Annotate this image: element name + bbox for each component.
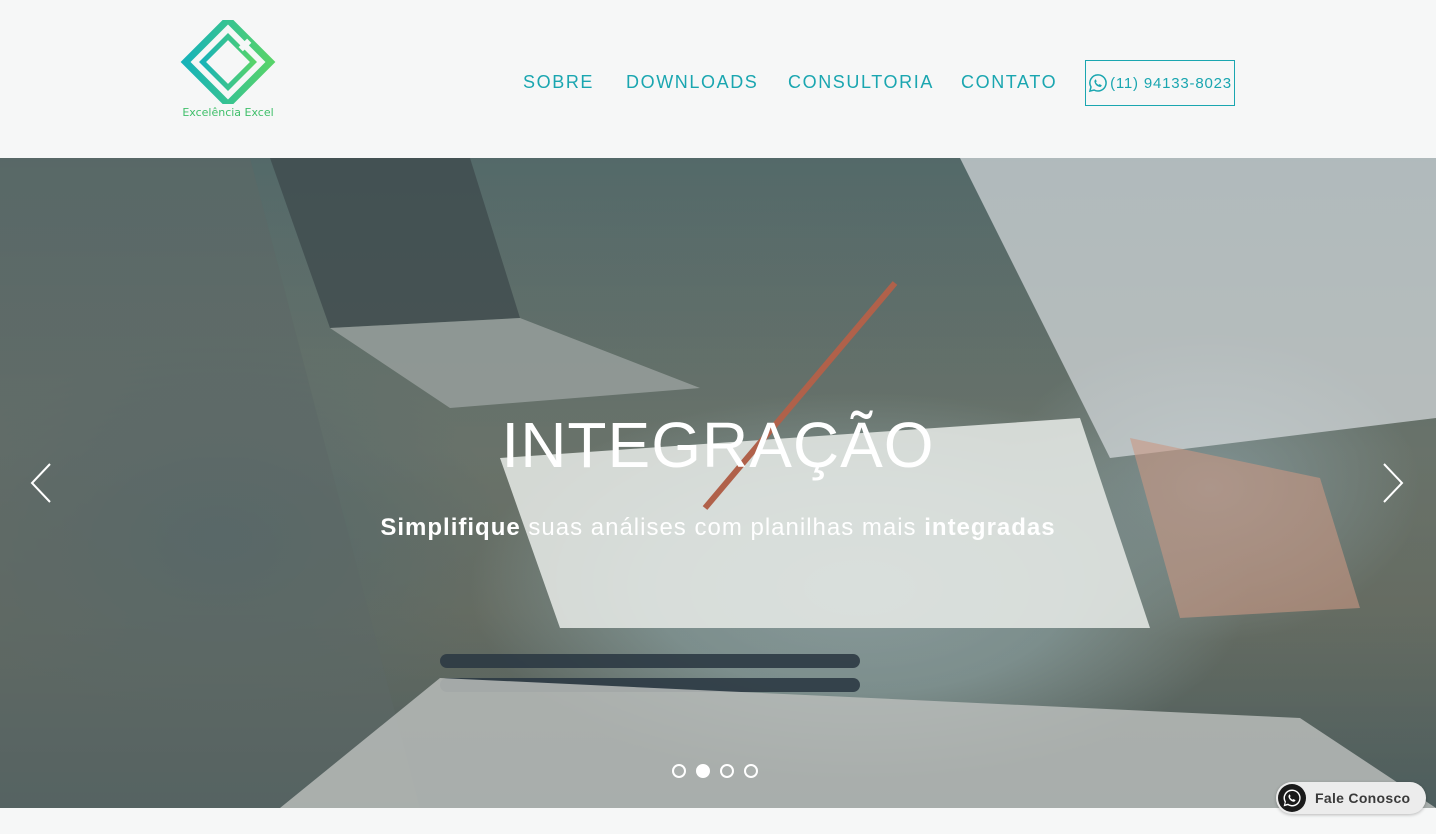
- chat-label: Fale Conosco: [1315, 790, 1411, 806]
- logo-text: Excelência Excel: [182, 106, 274, 119]
- whatsapp-chat-icon: [1278, 784, 1306, 812]
- hero-subtitle: Simplifique suas análises com planilhas …: [0, 514, 1436, 542]
- chevron-right-icon: [1383, 463, 1404, 503]
- carousel-next-button[interactable]: [1378, 460, 1408, 506]
- logo-icon: [180, 20, 276, 104]
- hero-title: INTEGRAÇÃO: [501, 409, 935, 481]
- carousel-indicators: [672, 764, 758, 778]
- carousel-dot-3[interactable]: [720, 764, 734, 778]
- carousel-dot-2[interactable]: [696, 764, 710, 778]
- whatsapp-icon: [1088, 74, 1107, 93]
- carousel-dot-4[interactable]: [744, 764, 758, 778]
- phone-number: (11) 94133-8023: [1110, 74, 1232, 92]
- whatsapp-phone-button[interactable]: (11) 94133-8023: [1085, 60, 1235, 106]
- logo[interactable]: Excelência Excel: [180, 20, 276, 124]
- hero-background-image: [0, 158, 1436, 808]
- nav-consultoria[interactable]: CONSULTORIA: [788, 72, 934, 93]
- hero-subtitle-middle: suas análises com planilhas mais: [520, 514, 925, 541]
- hero-subtitle-bold-1: Simplifique: [380, 514, 521, 541]
- hero-carousel: INTEGRAÇÃO Simplifique suas análises com…: [0, 158, 1436, 808]
- hero-subtitle-bold-2: integradas: [924, 514, 1056, 541]
- nav-downloads[interactable]: DOWNLOADS: [626, 72, 758, 93]
- carousel-prev-button[interactable]: [26, 460, 56, 506]
- chevron-left-icon: [30, 463, 51, 503]
- site-header: Excelência Excel SOBRE DOWNLOADS CONSULT…: [0, 0, 1436, 158]
- nav-contato[interactable]: CONTATO: [961, 72, 1057, 93]
- whatsapp-chat-button[interactable]: Fale Conosco: [1276, 782, 1426, 814]
- nav-sobre[interactable]: SOBRE: [523, 72, 594, 93]
- carousel-dot-1[interactable]: [672, 764, 686, 778]
